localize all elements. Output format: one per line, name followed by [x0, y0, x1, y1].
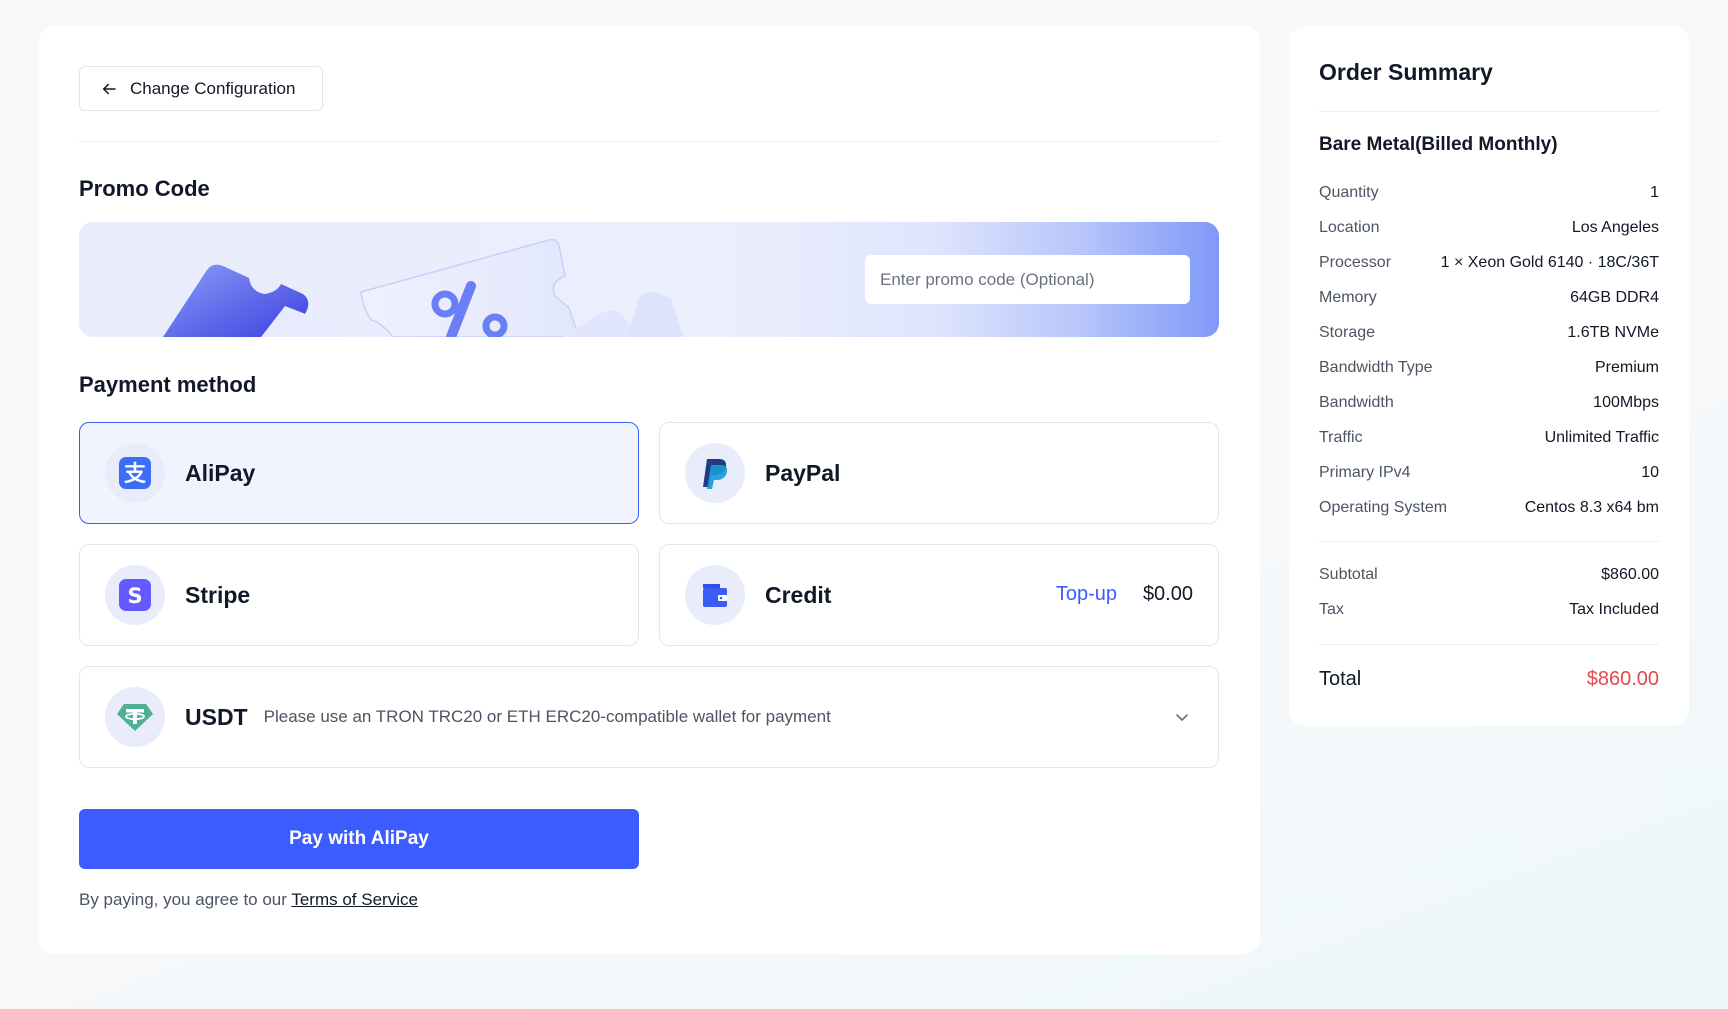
paypal-icon — [703, 459, 728, 489]
stripe-icon: S — [119, 579, 151, 611]
summary-key: Storage — [1319, 324, 1376, 341]
summary-value: 10 — [1641, 464, 1659, 481]
usdt-note: Please use an TRON TRC20 or ETH ERC20-co… — [263, 707, 831, 726]
terms-agreement: By paying, you agree to our Terms of Ser… — [79, 890, 418, 910]
alipay-label: AliPay — [185, 459, 256, 486]
summary-value: Premium — [1594, 359, 1659, 376]
payment-option-alipay[interactable]: 支 AliPay — [79, 422, 639, 524]
summary-value: Centos 8.3 x64 bm — [1524, 499, 1659, 516]
product-name: Bare Metal(Billed Monthly) — [1319, 134, 1558, 155]
wallet-icon — [703, 584, 727, 607]
subtotal-label: Subtotal — [1319, 566, 1378, 583]
summary-key: Primary IPv4 — [1319, 464, 1411, 481]
summary-value: 1 — [1650, 184, 1659, 201]
payment-option-credit[interactable]: Credit Top-up $0.00 — [659, 544, 1219, 646]
subtotal-value: $860.00 — [1601, 566, 1659, 583]
tax-value: Tax Included — [1569, 601, 1659, 618]
order-summary-panel: Order Summary Bare Metal(Billed Monthly)… — [1289, 26, 1689, 726]
summary-key: Processor — [1319, 254, 1392, 271]
paypal-label: PayPal — [765, 459, 841, 486]
summary-row-memory: Memory 64GB DDR4 — [1319, 289, 1659, 307]
stripe-label: Stripe — [185, 581, 251, 608]
change-configuration-button[interactable]: Change Configuration — [79, 66, 323, 111]
chevron-down-icon[interactable] — [1174, 709, 1190, 725]
summary-key: Memory — [1319, 289, 1377, 306]
tether-icon-wrap — [105, 687, 165, 747]
promo-code-title: Promo Code — [79, 176, 210, 201]
summary-key: Operating System — [1319, 499, 1448, 516]
pay-button[interactable]: Pay with AliPay — [79, 809, 639, 869]
payment-option-usdt[interactable]: USDT Please use an TRON TRC20 or ETH ERC… — [79, 666, 1219, 768]
summary-row-primary-ipv4: Primary IPv4 10 — [1319, 464, 1659, 482]
summary-value: 64GB DDR4 — [1570, 289, 1659, 306]
summary-key: Location — [1319, 219, 1380, 236]
summary-key: Quantity — [1319, 184, 1379, 201]
summary-row-storage: Storage 1.6TB NVMe — [1319, 324, 1659, 342]
payment-option-stripe[interactable]: S Stripe — [79, 544, 639, 646]
summary-key: Bandwidth — [1319, 394, 1394, 411]
summary-value: Unlimited Traffic — [1544, 429, 1659, 446]
summary-row-operating-system: Operating System Centos 8.3 x64 bm — [1319, 499, 1659, 517]
svg-text:S: S — [127, 584, 142, 608]
divider — [1319, 644, 1659, 645]
top-up-link[interactable]: Top-up — [1056, 583, 1117, 606]
total-value: $860.00 — [1586, 668, 1659, 690]
summary-row-total: Total $860.00 — [1319, 668, 1659, 691]
summary-value: Los Angeles — [1571, 219, 1659, 236]
credit-label: Credit — [765, 581, 832, 608]
tether-icon — [117, 704, 153, 731]
summary-row-subtotal: Subtotal $860.00 — [1319, 566, 1659, 584]
payment-method-title: Payment method — [79, 372, 257, 397]
payment-option-paypal[interactable]: PayPal — [659, 422, 1219, 524]
summary-key: Bandwidth Type — [1319, 359, 1433, 376]
change-configuration-label: Change Configuration — [130, 78, 296, 98]
total-label: Total — [1319, 668, 1362, 690]
usdt-label: USDT — [185, 703, 248, 730]
agree-text: By paying, you agree to our — [79, 890, 287, 909]
alipay-icon-wrap: 支 — [105, 443, 165, 503]
order-summary-title: Order Summary — [1319, 59, 1493, 85]
divider — [1319, 111, 1659, 112]
summary-row-processor: Processor 1 × Xeon Gold 6140 · 18C/36T — [1319, 254, 1659, 272]
terms-of-service-link[interactable]: Terms of Service — [291, 890, 418, 909]
summary-row-tax: Tax Tax Included — [1319, 601, 1659, 619]
promo-code-input[interactable] — [865, 255, 1190, 304]
summary-value: 100Mbps — [1593, 394, 1659, 411]
promo-illustration — [163, 238, 683, 337]
wallet-icon-wrap — [685, 565, 745, 625]
stripe-icon-wrap: S — [105, 565, 165, 625]
checkout-panel: Change Configuration Promo Code Payme — [39, 26, 1260, 954]
summary-row-quantity: Quantity 1 — [1319, 184, 1659, 202]
credit-balance: $0.00 — [1142, 583, 1193, 605]
summary-row-traffic: Traffic Unlimited Traffic — [1319, 429, 1659, 447]
alipay-icon: 支 — [119, 457, 151, 489]
summary-key: Traffic — [1319, 429, 1363, 446]
promo-banner — [79, 222, 1219, 337]
summary-row-bandwidth: Bandwidth 100Mbps — [1319, 394, 1659, 412]
summary-row-bandwidth-type: Bandwidth Type Premium — [1319, 359, 1659, 377]
tax-label: Tax — [1319, 601, 1344, 618]
paypal-icon-wrap — [685, 443, 745, 503]
summary-value: 1 × Xeon Gold 6140 · 18C/36T — [1440, 254, 1659, 271]
summary-row-location: Location Los Angeles — [1319, 219, 1659, 237]
svg-text:支: 支 — [124, 462, 147, 487]
divider — [1319, 541, 1659, 542]
summary-value: 1.6TB NVMe — [1567, 324, 1659, 341]
divider — [79, 141, 1219, 142]
arrow-left-icon — [103, 83, 116, 94]
